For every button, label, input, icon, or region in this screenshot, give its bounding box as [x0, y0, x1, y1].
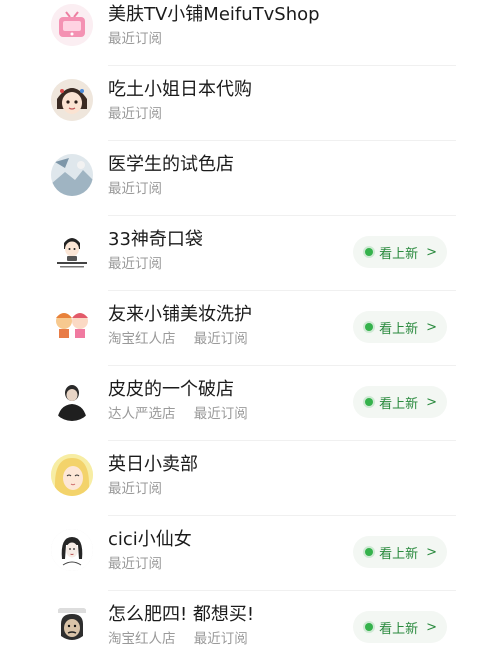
cartoon-pair-icon — [51, 304, 93, 346]
shop-tag: 达人严选店 — [108, 406, 176, 422]
cartoon-girl-icon — [51, 79, 93, 121]
shop-name: 美肤TV小铺MeifuTvShop — [108, 4, 320, 25]
shop-meta: 最近订阅 — [108, 255, 162, 273]
meme-face-icon — [51, 604, 93, 646]
shop-row[interactable]: 吃土小姐日本代购 最近订阅 — [0, 66, 500, 141]
shop-name: cici小仙女 — [108, 529, 192, 550]
chibi-logo-icon — [51, 229, 93, 271]
shop-meta: 最近订阅 — [108, 30, 162, 48]
view-new-arrivals-button[interactable]: 看上新 > — [353, 536, 447, 568]
shop-row[interactable]: 医学生的试色店 最近订阅 — [0, 141, 500, 216]
view-new-arrivals-label: 看上新 — [379, 321, 419, 337]
shop-name: 吃土小姐日本代购 — [108, 79, 252, 100]
view-new-arrivals-button[interactable]: 看上新 > — [353, 311, 447, 343]
view-new-arrivals-button[interactable]: 看上新 > — [353, 386, 447, 418]
new-dot-icon — [365, 323, 374, 331]
shop-name: 英日小卖部 — [108, 454, 198, 475]
subscribed-shop-list: 美肤TV小铺MeifuTvShop 最近订阅 吃土小姐日本代购 最近订阅 医学生… — [0, 0, 500, 667]
shop-name: 怎么肥四! 都想买! — [108, 604, 255, 625]
new-dot-icon — [365, 623, 374, 631]
view-new-arrivals-button[interactable]: 看上新 > — [353, 236, 447, 268]
view-new-arrivals-label: 看上新 — [379, 621, 419, 637]
subscription-status: 最近订阅 — [108, 106, 162, 122]
shop-meta: 最近订阅 — [108, 555, 162, 573]
shop-meta: 淘宝红人店 最近订阅 — [108, 330, 248, 348]
new-dot-icon — [365, 248, 374, 256]
chevron-right-icon: > — [426, 244, 437, 260]
chevron-right-icon: > — [426, 544, 437, 560]
shop-meta: 最近订阅 — [108, 105, 162, 123]
chevron-right-icon: > — [426, 394, 437, 410]
view-new-arrivals-button[interactable]: 看上新 > — [353, 611, 447, 643]
man-silhouette-icon — [51, 379, 93, 421]
subscription-status: 最近订阅 — [108, 31, 162, 47]
shop-name: 友来小铺美妆洗护 — [108, 304, 252, 325]
shop-tag: 淘宝红人店 — [108, 631, 176, 647]
shop-name: 医学生的试色店 — [108, 154, 234, 175]
shop-row[interactable]: 友来小铺美妆洗护 淘宝红人店 最近订阅 看上新 > — [0, 291, 500, 366]
subscription-status: 最近订阅 — [108, 481, 162, 497]
view-new-arrivals-label: 看上新 — [379, 396, 419, 412]
new-dot-icon — [365, 548, 374, 556]
new-dot-icon — [365, 398, 374, 406]
chevron-right-icon: > — [426, 319, 437, 335]
shop-name: 33神奇口袋 — [108, 229, 203, 250]
shop-row[interactable]: 怎么肥四! 都想买! 淘宝红人店 最近订阅 看上新 > — [0, 591, 500, 666]
shop-meta: 达人严选店 最近订阅 — [108, 405, 248, 423]
pink-tv-icon — [51, 4, 93, 46]
shop-name: 皮皮的一个破店 — [108, 379, 234, 400]
shop-meta: 最近订阅 — [108, 480, 162, 498]
blonde-girl-icon — [51, 454, 93, 496]
photo-avatar-icon — [51, 154, 93, 196]
shop-meta: 最近订阅 — [108, 180, 162, 198]
shop-row[interactable]: 英日小卖部 最近订阅 — [0, 441, 500, 516]
shop-row[interactable]: 33神奇口袋 最近订阅 看上新 > — [0, 216, 500, 291]
subscription-status: 最近订阅 — [108, 181, 162, 197]
shop-row[interactable]: cici小仙女 最近订阅 看上新 > — [0, 516, 500, 591]
shop-row[interactable]: 皮皮的一个破店 达人严选店 最近订阅 看上新 > — [0, 366, 500, 441]
chevron-right-icon: > — [426, 619, 437, 635]
subscription-status: 最近订阅 — [193, 406, 248, 422]
subscription-status: 最近订阅 — [108, 256, 162, 272]
subscription-status: 最近订阅 — [193, 331, 248, 347]
shop-row[interactable]: 美肤TV小铺MeifuTvShop 最近订阅 — [0, 0, 500, 66]
view-new-arrivals-label: 看上新 — [379, 546, 419, 562]
subscription-status: 最近订阅 — [108, 556, 162, 572]
view-new-arrivals-label: 看上新 — [379, 246, 419, 262]
shop-meta: 淘宝红人店 最近订阅 — [108, 630, 248, 648]
subscription-status: 最近订阅 — [193, 631, 248, 647]
shop-tag: 淘宝红人店 — [108, 331, 176, 347]
sketch-girl-icon — [51, 529, 93, 571]
